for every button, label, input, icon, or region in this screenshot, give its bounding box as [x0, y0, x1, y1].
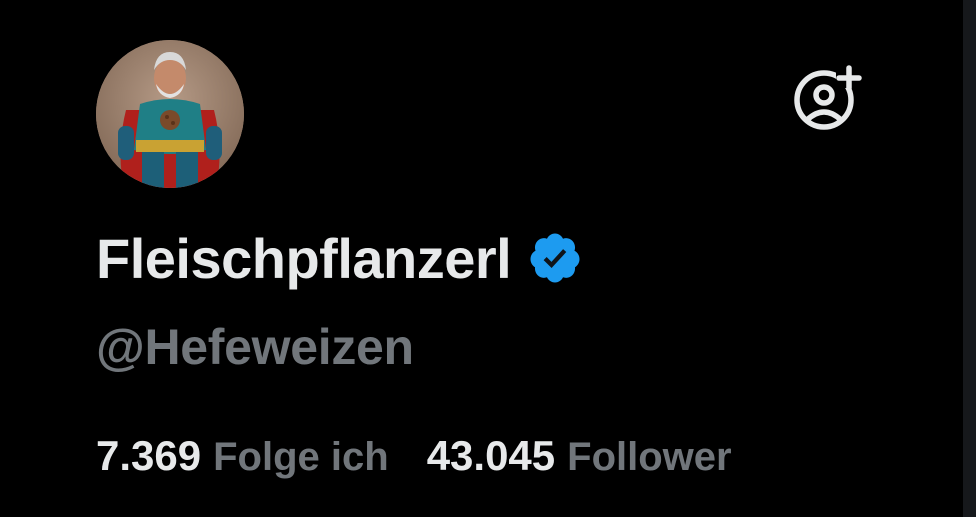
- profile-stats: 7.369 Folge ich 43.045 Follower: [96, 428, 732, 484]
- following-count: 7.369: [96, 432, 202, 479]
- display-name: Fleischpflanzerl: [96, 226, 512, 290]
- following-link[interactable]: 7.369 Folge ich: [96, 432, 389, 480]
- followers-count: 43.045: [426, 432, 556, 479]
- followers-link[interactable]: 43.045 Follower: [427, 432, 732, 480]
- followers-label: Follower: [567, 435, 732, 479]
- user-plus-icon: [794, 65, 862, 130]
- display-name-row: Fleischpflanzerl: [96, 222, 583, 294]
- following-label: Folge ich: [213, 435, 389, 479]
- scrollbar-track: [963, 0, 976, 517]
- avatar[interactable]: [96, 40, 244, 188]
- handle: @Hefeweizen: [96, 319, 414, 375]
- verified-badge-icon[interactable]: [527, 230, 583, 286]
- follow-button[interactable]: [790, 64, 866, 134]
